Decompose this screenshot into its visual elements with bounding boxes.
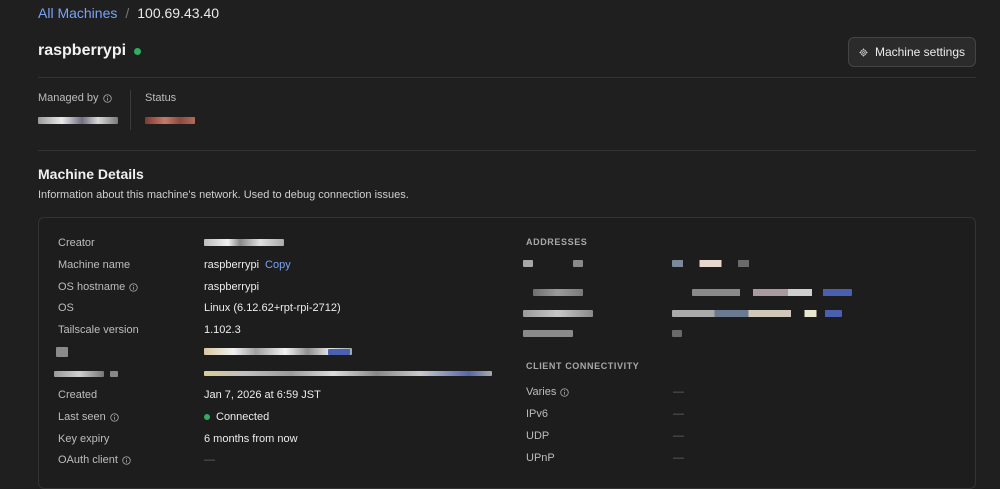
redacted-label — [56, 347, 68, 357]
machine-name-value: raspberrypi — [204, 259, 260, 271]
status-redacted — [145, 117, 195, 124]
info-icon[interactable] — [560, 387, 570, 397]
creator-redacted — [204, 239, 284, 246]
upnp-label: UPnP — [526, 452, 555, 464]
udp-value: — — [673, 430, 684, 442]
info-icon[interactable] — [129, 282, 138, 292]
ipv6-value: — — [673, 408, 684, 420]
udp-label: UDP — [526, 430, 550, 442]
varies-value: — — [673, 386, 684, 398]
address-redacted — [692, 289, 852, 296]
oauth-client-label: OAuth client — [58, 454, 131, 466]
breadcrumb-all-machines-link[interactable]: All Machines — [38, 5, 117, 21]
ipv6-label: IPv6 — [526, 408, 549, 420]
varies-text: Varies — [526, 386, 557, 398]
status-label: Status — [145, 92, 177, 104]
address-redacted — [533, 289, 583, 296]
key-expiry-label: Key expiry — [58, 433, 110, 445]
page-title: raspberrypi — [38, 42, 127, 59]
redacted-value — [204, 371, 492, 376]
os-hostname-text: OS hostname — [58, 281, 126, 293]
section-title: Machine Details — [38, 166, 144, 182]
breadcrumb: All Machines / 100.69.43.40 — [38, 5, 219, 21]
address-redacted — [573, 260, 583, 267]
section-subtitle: Information about this machine's network… — [38, 189, 409, 201]
page-title-row: raspberrypi — [38, 42, 142, 60]
last-seen-value: Connected — [216, 411, 270, 423]
os-hostname-label: OS hostname — [58, 281, 138, 293]
addresses-heading: ADDRESSES — [526, 237, 588, 247]
managed-by-label: Managed by — [38, 92, 112, 104]
machine-settings-button[interactable]: Machine settings — [847, 37, 976, 67]
online-status-dot — [134, 47, 142, 55]
machine-settings-label: Machine settings — [874, 45, 965, 59]
upnp-value: — — [673, 452, 684, 464]
creator-label: Creator — [58, 237, 95, 249]
oauth-client-value: — — [204, 454, 215, 466]
info-icon[interactable] — [122, 455, 131, 465]
info-icon[interactable] — [102, 93, 112, 103]
info-icon[interactable] — [110, 412, 119, 422]
varies-label: Varies — [526, 386, 570, 398]
breadcrumb-current: 100.69.43.40 — [137, 5, 220, 21]
meta-divider — [38, 150, 976, 151]
header-divider — [38, 77, 976, 78]
os-hostname-value: raspberrypi — [204, 281, 260, 293]
last-seen-value-row: Connected — [204, 411, 269, 423]
machine-name-value-row: raspberrypi Copy — [204, 259, 291, 271]
key-expiry-value: 6 months from now — [204, 433, 298, 445]
last-seen-text: Last seen — [58, 411, 106, 423]
gear-icon — [859, 47, 868, 57]
created-value: Jan 7, 2026 at 6:59 JST — [204, 389, 321, 401]
tailscale-version-label: Tailscale version — [58, 324, 139, 336]
oauth-client-text: OAuth client — [58, 454, 118, 466]
redacted-label — [54, 371, 104, 377]
breadcrumb-separator: / — [125, 5, 130, 21]
address-redacted — [523, 310, 593, 317]
tailscale-version-value: 1.102.3 — [204, 324, 241, 336]
os-label: OS — [58, 302, 74, 314]
address-redacted — [672, 330, 682, 337]
copy-machine-name-button[interactable]: Copy — [265, 259, 291, 271]
machine-details-card — [38, 217, 976, 489]
connected-status-dot — [204, 414, 210, 420]
last-seen-label: Last seen — [58, 411, 119, 423]
machine-name-label: Machine name — [58, 259, 131, 271]
managed-by-redacted — [38, 117, 118, 124]
address-redacted — [672, 260, 782, 267]
redacted-value-accent — [328, 349, 350, 355]
managed-by-text: Managed by — [38, 92, 99, 104]
address-redacted — [672, 310, 842, 317]
address-redacted — [523, 330, 573, 337]
redacted-label — [110, 371, 118, 377]
created-label: Created — [58, 389, 98, 401]
client-connectivity-heading: CLIENT CONNECTIVITY — [526, 361, 640, 371]
os-value: Linux (6.12.62+rpt-rpi-2712) — [204, 302, 341, 314]
meta-separator — [130, 90, 131, 130]
address-redacted — [523, 260, 533, 267]
